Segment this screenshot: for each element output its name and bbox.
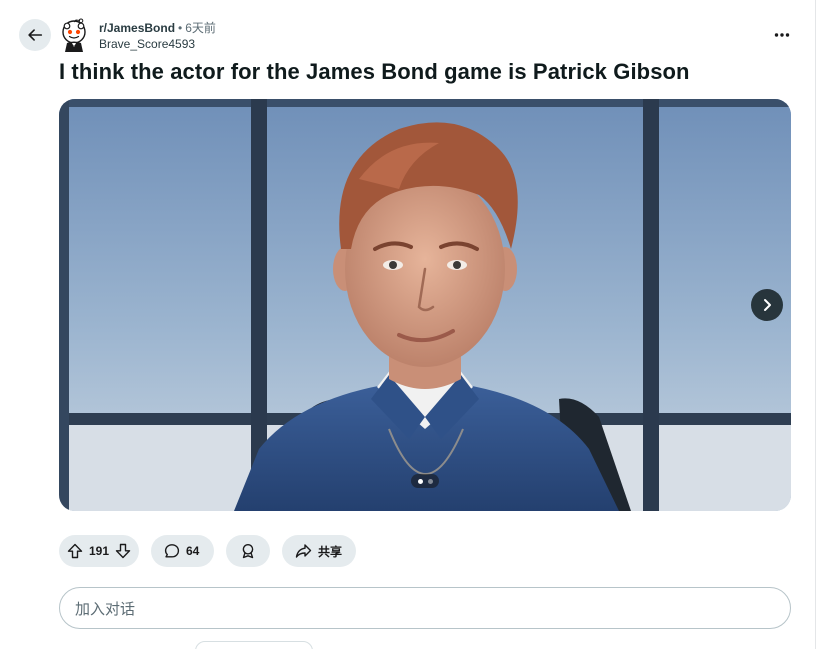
back-button[interactable]: [19, 19, 51, 51]
post-image-gallery[interactable]: [59, 99, 791, 511]
speech-bubble-icon: [164, 543, 180, 559]
arrow-up-icon: [67, 543, 83, 559]
chevron-right-icon: [764, 299, 771, 311]
more-options-button[interactable]: [770, 24, 794, 46]
meta-separator: •: [178, 21, 183, 35]
share-label: 共享: [318, 544, 343, 559]
gallery-dot-2[interactable]: [427, 478, 433, 484]
award-icon: [240, 543, 256, 559]
comment-input[interactable]: 加入对话: [59, 587, 791, 629]
author-link[interactable]: Brave_Score4593: [99, 37, 195, 51]
arrow-down-icon: [115, 543, 131, 559]
arrow-left-icon: [28, 29, 43, 41]
share-arrow-icon: [295, 543, 312, 559]
subreddit-link[interactable]: r/JamesBond: [99, 21, 175, 35]
gallery-next-button[interactable]: [751, 289, 783, 321]
post-age: 6天前: [185, 21, 216, 35]
ellipsis-icon: [774, 33, 790, 37]
post-meta: r/JamesBond • 6天前: [99, 21, 216, 35]
downvote-button[interactable]: [115, 543, 131, 559]
page-divider: [815, 0, 816, 649]
post-title[interactable]: I think the actor for the James Bond gam…: [59, 58, 690, 86]
award-button[interactable]: [226, 535, 270, 567]
reddit-snoo-avatar: [62, 18, 86, 52]
comments-button[interactable]: 64: [151, 535, 214, 567]
share-button[interactable]: 共享: [282, 535, 356, 567]
post-image: [59, 99, 791, 511]
vote-control: 191: [59, 535, 139, 567]
subreddit-avatar[interactable]: [59, 18, 89, 52]
upvote-button[interactable]: [67, 543, 83, 559]
comment-placeholder: 加入对话: [75, 599, 136, 618]
comment-sort-button[interactable]: [195, 641, 313, 649]
gallery-dot-1[interactable]: [417, 478, 423, 484]
gallery-pagination: [411, 474, 439, 488]
vote-score: 191: [89, 544, 110, 558]
comment-count: 64: [186, 544, 200, 558]
